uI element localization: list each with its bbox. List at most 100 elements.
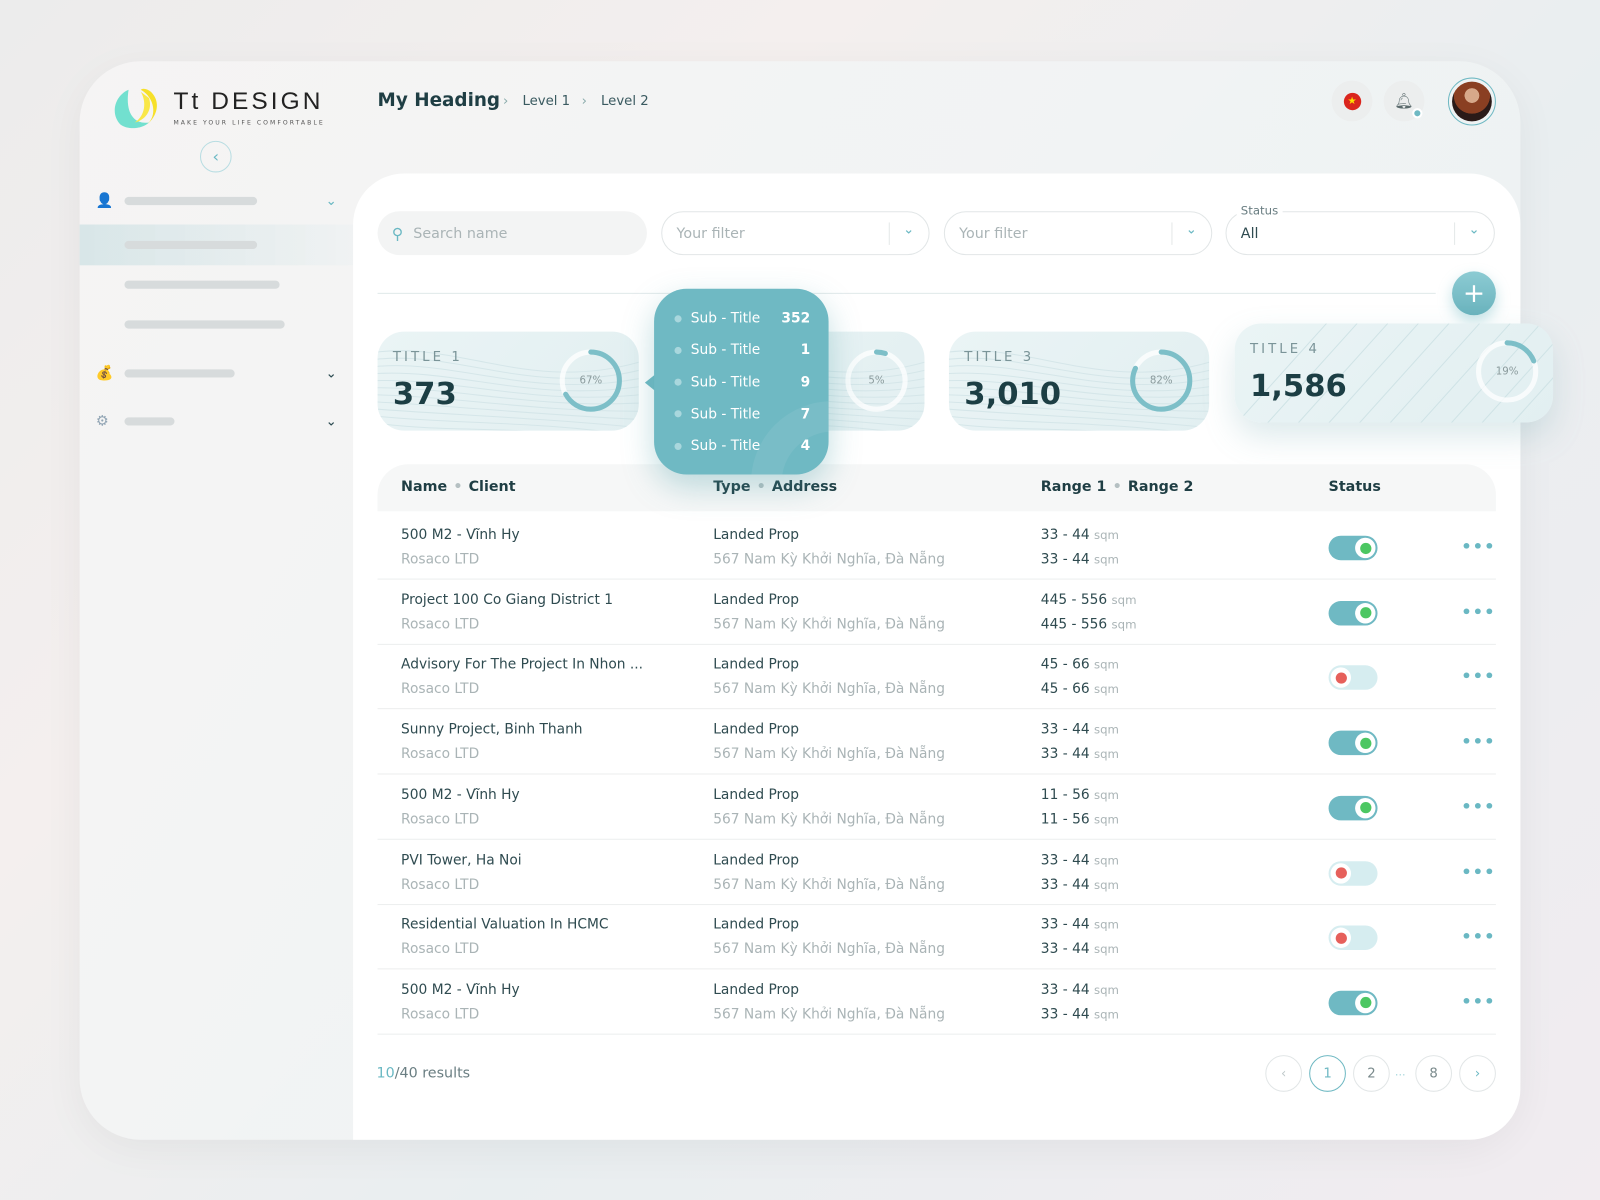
row-address: 567 Nam Kỳ Khởi Nghĩa, Đà Nẵng — [713, 746, 945, 763]
add-button[interactable]: + — [1452, 271, 1496, 316]
row-range-2: 33 - 44 sqm — [1041, 1006, 1119, 1022]
row-type: Landed Prop — [713, 851, 800, 868]
row-name[interactable]: 500 M2 - Vĩnh Hy — [401, 787, 520, 803]
more-options-icon[interactable]: ••• — [1461, 602, 1495, 621]
row-client: Rosaco LTD — [401, 811, 480, 828]
row-type: Landed Prop — [713, 981, 800, 998]
row-client: Rosaco LTD — [401, 1006, 480, 1023]
stat-card[interactable]: TITLE 4 1,586 19% — [1234, 323, 1554, 423]
table-row[interactable]: Advisory For The Project In Nhon ... Ros… — [377, 644, 1496, 710]
filter-placeholder: Your filter — [676, 224, 745, 242]
row-range-1: 33 - 44 sqm — [1041, 982, 1119, 998]
row-name[interactable]: 500 M2 - Vĩnh Hy — [401, 982, 520, 998]
row-name[interactable]: 500 M2 - Vĩnh Hy — [401, 527, 520, 543]
stat-card[interactable]: TITLE 3 3,010 82% — [948, 331, 1210, 431]
more-options-icon[interactable]: ••• — [1461, 537, 1495, 556]
sidebar-subitem-label — [124, 320, 285, 329]
row-name[interactable]: Advisory For The Project In Nhon ... — [401, 657, 643, 673]
row-type: Landed Prop — [713, 591, 800, 608]
progress-ring: 82% — [1126, 345, 1197, 416]
breadcrumb-separator-icon: › — [581, 93, 587, 110]
brand-logo — [114, 88, 157, 129]
language-button[interactable]: ★ — [1331, 80, 1373, 122]
status-toggle[interactable] — [1328, 600, 1378, 626]
chevron-down-icon: ⌄ — [325, 365, 337, 382]
sidebar-subitem[interactable] — [80, 304, 353, 345]
breadcrumb-level-1[interactable]: Level 1 — [522, 94, 570, 109]
range-1-value: 33 - 44 — [1040, 526, 1090, 543]
sidebar-subitem-active[interactable] — [79, 224, 354, 266]
status-select[interactable]: All ⌄ — [1225, 211, 1495, 256]
table-row[interactable]: 500 M2 - Vĩnh Hy Rosaco LTD Landed Prop … — [377, 514, 1496, 580]
user-avatar[interactable] — [1447, 77, 1496, 126]
row-address: 567 Nam Kỳ Khởi Nghĩa, Đà Nẵng — [713, 681, 945, 698]
table-row[interactable]: 500 M2 - Vĩnh Hy Rosaco LTD Landed Prop … — [377, 969, 1496, 1035]
row-range-2: 33 - 44 sqm — [1041, 746, 1119, 762]
range-unit: sqm — [1093, 1007, 1119, 1022]
next-page-button[interactable]: › — [1459, 1055, 1496, 1092]
row-range-2: 33 - 44 sqm — [1041, 941, 1119, 957]
page-2-button[interactable]: 2 — [1353, 1055, 1390, 1092]
filter-select-1[interactable]: Your filter ⌄ — [661, 211, 930, 256]
column-header-name-client[interactable]: Name • Client — [401, 479, 516, 495]
pagination-ellipsis: ... — [1394, 1065, 1406, 1079]
status-toggle[interactable] — [1328, 795, 1378, 821]
row-address: 567 Nam Kỳ Khởi Nghĩa, Đà Nẵng — [713, 1006, 945, 1023]
row-name[interactable]: Sunny Project, Binh Thanh — [401, 722, 583, 738]
range-unit: sqm — [1093, 877, 1119, 892]
stat-title: TITLE 4 — [1249, 341, 1320, 358]
range-2-value: 33 - 44 — [1040, 941, 1090, 958]
range-unit: sqm — [1093, 747, 1119, 762]
status-toggle[interactable] — [1328, 860, 1378, 886]
status-toggle[interactable] — [1328, 925, 1378, 951]
row-name[interactable]: Project 100 Co Giang District 1 — [401, 592, 613, 608]
sidebar-item-settings[interactable]: ⚙ ⌄ — [80, 401, 353, 442]
table-row[interactable]: 500 M2 - Vĩnh Hy Rosaco LTD Landed Prop … — [377, 774, 1496, 840]
row-name[interactable]: Residential Valuation In HCMC — [401, 917, 608, 933]
table-row[interactable]: PVI Tower, Ha Noi Rosaco LTD Landed Prop… — [377, 839, 1496, 905]
collapse-sidebar-button[interactable]: ‹ — [199, 140, 232, 173]
sidebar-item-finance[interactable]: 💰 ⌄ — [80, 353, 353, 394]
more-options-icon[interactable]: ••• — [1461, 862, 1495, 881]
table-row[interactable]: Project 100 Co Giang District 1 Rosaco L… — [377, 579, 1496, 645]
status-toggle[interactable] — [1328, 990, 1378, 1016]
column-header-ranges[interactable]: Range 1 • Range 2 — [1041, 479, 1194, 495]
stat-percent: 82% — [1149, 374, 1173, 387]
row-range-2: 33 - 44 sqm — [1041, 876, 1119, 892]
range-1-value: 33 - 44 — [1040, 851, 1090, 868]
stat-percent: 5% — [868, 374, 885, 387]
prev-page-button[interactable]: ‹ — [1265, 1055, 1303, 1092]
table-row[interactable]: Sunny Project, Binh Thanh Rosaco LTD Lan… — [377, 709, 1496, 775]
status-toggle[interactable] — [1328, 535, 1378, 561]
sidebar-subitem[interactable] — [80, 264, 353, 305]
sidebar-subitem-label — [124, 240, 258, 249]
more-options-icon[interactable]: ••• — [1461, 797, 1495, 816]
sidebar-item-users[interactable]: 👤 ⌄ — [80, 181, 353, 222]
more-options-icon[interactable]: ••• — [1461, 667, 1495, 686]
stat-card[interactable]: TITLE 1 373 67% — [377, 331, 639, 431]
page-1-button[interactable]: 1 — [1309, 1055, 1346, 1092]
row-client: Rosaco LTD — [401, 941, 480, 958]
table-row[interactable]: Residential Valuation In HCMC Rosaco LTD… — [377, 904, 1496, 970]
more-options-icon[interactable]: ••• — [1461, 992, 1495, 1011]
header-address: Address — [771, 478, 838, 495]
column-header-status[interactable]: Status — [1329, 479, 1381, 495]
search-input[interactable]: ⚲ Search name — [377, 211, 647, 256]
filter-select-2[interactable]: Your filter ⌄ — [943, 211, 1213, 256]
page-8-button[interactable]: 8 — [1415, 1055, 1453, 1092]
tooltip-item: Sub - Title 4 — [674, 436, 810, 456]
status-toggle[interactable] — [1328, 730, 1378, 756]
range-unit: sqm — [1093, 552, 1119, 567]
chevron-right-icon: › — [1474, 1065, 1481, 1082]
chevron-down-icon: ⌄ — [903, 222, 915, 238]
status-toggle[interactable] — [1328, 665, 1378, 691]
more-options-icon[interactable]: ••• — [1461, 927, 1495, 946]
more-options-icon[interactable]: ••• — [1461, 732, 1495, 751]
column-header-type-address[interactable]: Type • Address — [713, 479, 837, 495]
breadcrumb-level-2[interactable]: Level 2 — [601, 94, 649, 109]
brand-tagline: MAKE YOUR LIFE COMFORTABLE — [173, 119, 325, 127]
range-2-value: 33 - 44 — [1040, 746, 1090, 763]
bullet-icon — [674, 346, 682, 354]
row-address: 567 Nam Kỳ Khởi Nghĩa, Đà Nẵng — [713, 811, 945, 828]
row-name[interactable]: PVI Tower, Ha Noi — [401, 852, 522, 868]
